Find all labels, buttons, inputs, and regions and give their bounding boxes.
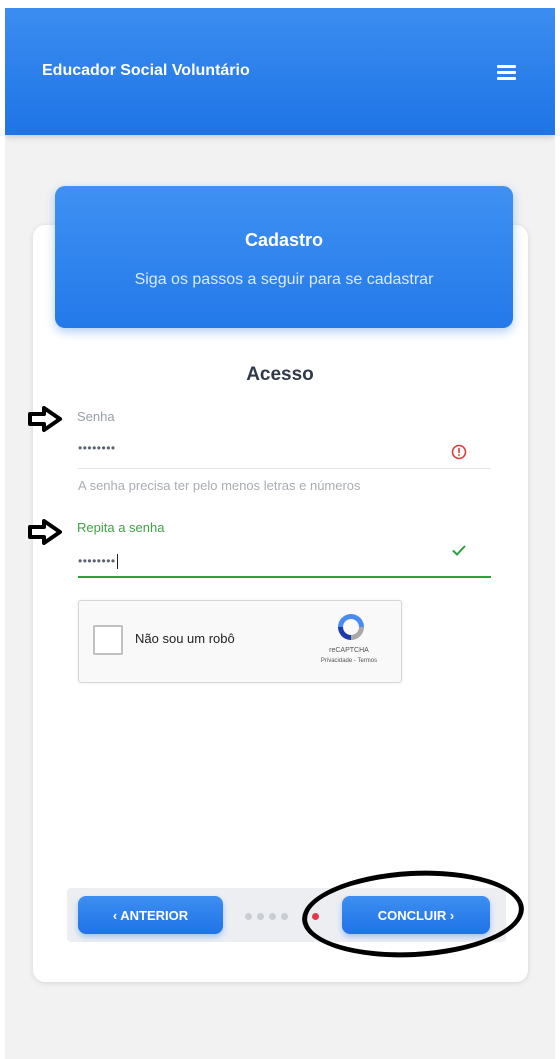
card-header: Cadastro Siga os passos a seguir para se… (55, 186, 513, 328)
confirm-password-value: •••••••• (78, 554, 116, 568)
section-title: Acesso (246, 364, 314, 385)
previous-button[interactable]: ‹ ANTERIOR (78, 896, 223, 934)
recaptcha-checkbox[interactable] (93, 625, 123, 655)
arrow-pointer-icon (28, 406, 62, 432)
step-dot (269, 913, 276, 920)
confirm-password-label: Repita a senha (77, 520, 165, 535)
password-input[interactable]: •••••••• (78, 441, 116, 455)
confirm-password-underline (78, 576, 491, 578)
card-title: Cadastro (244, 230, 324, 250)
recaptcha-logo-icon (338, 614, 364, 640)
app-bar: Educador Social Voluntário (5, 8, 555, 135)
text-cursor (116, 554, 118, 570)
arrow-pointer-icon (28, 519, 62, 545)
app-screen: Educador Social Voluntário Cadastro Siga… (5, 8, 555, 1059)
step-dot (257, 913, 264, 920)
confirm-password-input[interactable]: •••••••• (78, 554, 118, 570)
hamburger-menu-icon[interactable] (495, 63, 519, 83)
step-dot (245, 913, 252, 920)
recaptcha-brand: reCAPTCHA (329, 647, 369, 654)
password-underline (78, 468, 491, 469)
step-dot (281, 913, 288, 920)
error-icon (451, 444, 467, 460)
password-label: Senha (77, 409, 115, 424)
check-icon (452, 545, 466, 556)
password-helper-text: A senha precisa ter pelo menos letras e … (78, 478, 361, 493)
card-subtitle: Siga os passos a seguir para se cadastra… (134, 271, 434, 288)
recaptcha-label: Não sou um robô (135, 631, 235, 646)
app-title: Educador Social Voluntário (42, 62, 250, 79)
recaptcha-links[interactable]: Privacidade - Termos (299, 658, 399, 664)
recaptcha-widget: Não sou um robô reCAPTCHA Privacidade - … (78, 600, 402, 683)
